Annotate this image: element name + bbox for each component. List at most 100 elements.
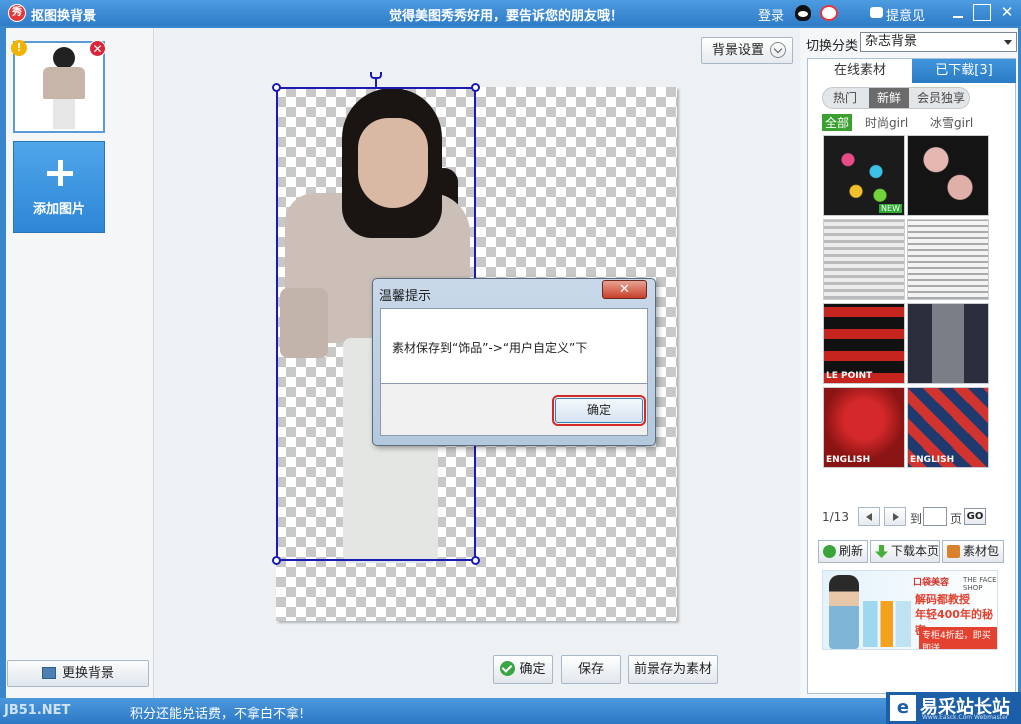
resize-handle-top-left[interactable] bbox=[272, 83, 281, 92]
add-image-button[interactable]: 添加图片 bbox=[13, 141, 105, 233]
remove-image-icon[interactable]: ✕ bbox=[89, 40, 106, 57]
new-badge: NEW bbox=[879, 204, 902, 213]
go-button[interactable]: GO bbox=[964, 508, 986, 525]
dialog-body: 素材保存到“饰品”->“用户自定义”下 bbox=[380, 308, 648, 384]
thumbnail-figure-legs bbox=[53, 99, 75, 129]
confirm-label: 确定 bbox=[519, 662, 546, 677]
warning-icon: ! bbox=[11, 40, 27, 56]
app-title: 抠图换背景 bbox=[31, 9, 97, 24]
weibo-icon[interactable] bbox=[820, 5, 838, 21]
filter-pills: 热门 新鲜 会员独享 bbox=[822, 87, 970, 109]
watermark-logo-icon: e bbox=[890, 695, 916, 721]
refresh-icon bbox=[823, 545, 836, 558]
material-tile[interactable]: ENGLISH bbox=[907, 387, 989, 468]
app-logo-icon: 秀 bbox=[8, 4, 26, 22]
change-background-button[interactable]: 更换背景 bbox=[7, 660, 149, 687]
picture-icon bbox=[41, 667, 56, 679]
material-tile[interactable] bbox=[907, 135, 989, 216]
watermark-sub: Www.Easck.Com Webmaster bbox=[922, 714, 1009, 721]
prev-page-icon[interactable] bbox=[858, 507, 880, 526]
background-settings-button[interactable]: 背景设置 bbox=[701, 37, 793, 64]
image-list-panel: ! ✕ 添加图片 更换背景 bbox=[6, 28, 154, 698]
pager: 1/13 到 页 GO bbox=[822, 507, 1012, 527]
pill-new[interactable]: 新鲜 bbox=[869, 88, 909, 108]
ad-promo: 专柜4折起，即买即送 bbox=[919, 627, 997, 649]
download-page-button[interactable]: 下载本页 bbox=[870, 540, 940, 563]
category-value: 杂志背景 bbox=[865, 34, 918, 49]
refresh-button[interactable]: 刷新 bbox=[818, 540, 868, 563]
pill-vip[interactable]: 会员独享 bbox=[911, 88, 971, 108]
add-image-label: 添加图片 bbox=[32, 202, 85, 217]
save-button[interactable]: 保存 bbox=[561, 655, 621, 684]
download-page-label: 下载本页 bbox=[891, 544, 940, 558]
pill-hot[interactable]: 热门 bbox=[823, 88, 867, 108]
dropdown-arrow-icon bbox=[1004, 40, 1012, 45]
tab-online-materials[interactable]: 在线素材 bbox=[808, 59, 912, 83]
change-background-label: 更换背景 bbox=[61, 666, 114, 681]
material-tile[interactable] bbox=[823, 219, 905, 300]
material-grid: NEW LE POINT ENGLISH ENGLISH bbox=[823, 135, 991, 471]
save-foreground-as-material-button[interactable]: 前景存为素材 bbox=[628, 655, 718, 684]
page-number-input[interactable] bbox=[923, 507, 947, 526]
page-label: 页 bbox=[950, 512, 963, 526]
minimize-button[interactable] bbox=[949, 4, 967, 21]
resize-handle-bottom-left[interactable] bbox=[272, 556, 281, 565]
goto-label: 到 bbox=[910, 512, 923, 526]
dialog-title: 温馨提示 bbox=[379, 289, 432, 304]
package-icon bbox=[947, 545, 960, 558]
thumbnail-figure-head bbox=[53, 47, 75, 69]
material-panel: 切换分类 杂志背景 在线素材 已下载[3] 热门 新鲜 会员独享 全部 时尚gi… bbox=[801, 28, 1018, 698]
qq-icon[interactable] bbox=[795, 5, 811, 21]
tile-caption: ENGLISH bbox=[826, 455, 871, 465]
ad-model-image bbox=[829, 575, 859, 649]
maximize-button[interactable] bbox=[973, 4, 991, 21]
material-pack-label: 素材包 bbox=[963, 544, 1000, 558]
subfilter-all[interactable]: 全部 bbox=[822, 114, 853, 131]
login-link[interactable]: 登录 bbox=[758, 5, 784, 24]
ad-headline: 解码都教授 bbox=[915, 593, 970, 606]
ad-banner[interactable]: 口袋美容 THE FACE SHOP 解码都教授 年轻400年的秘密 专柜4折起… bbox=[822, 570, 998, 650]
resize-handle-top-right[interactable] bbox=[471, 83, 480, 92]
thumbnail-figure-body bbox=[43, 67, 85, 99]
material-tile[interactable] bbox=[907, 303, 989, 384]
chevron-down-icon bbox=[770, 42, 786, 58]
download-arrow-icon bbox=[875, 545, 888, 558]
tab-downloaded[interactable]: 已下载[3] bbox=[912, 59, 1016, 83]
next-page-icon[interactable] bbox=[884, 507, 906, 526]
material-tile[interactable] bbox=[907, 219, 989, 300]
close-button[interactable]: ✕ bbox=[998, 4, 1016, 21]
watermark: e 易采站长站 Www.Easck.Com Webmaster bbox=[886, 692, 1021, 724]
feedback-icon[interactable] bbox=[870, 7, 883, 18]
rotate-handle[interactable] bbox=[370, 72, 382, 88]
tile-caption: ENGLISH bbox=[910, 455, 955, 465]
subfilter-ice-girl[interactable]: 冰雪girl bbox=[930, 114, 973, 131]
status-site-watermark: JB51.NET bbox=[4, 703, 71, 718]
dialog-message: 素材保存到“饰品”->“用户自定义”下 bbox=[392, 341, 588, 355]
resize-handle-bottom-right[interactable] bbox=[471, 556, 480, 565]
subfilter-fashion-girl[interactable]: 时尚girl bbox=[865, 114, 908, 131]
check-icon bbox=[500, 661, 516, 676]
dialog-close-button[interactable]: ✕ bbox=[602, 280, 647, 299]
canvas-area: 背景设置 温馨提示 ✕ 素材保存到“饰品”->“用户自定义”下 确定 确定 保存… bbox=[155, 28, 800, 698]
plus-icon bbox=[47, 160, 73, 186]
tile-caption: LE POINT bbox=[826, 371, 873, 381]
background-settings-label: 背景设置 bbox=[712, 43, 765, 58]
feedback-link[interactable]: 提意见 bbox=[886, 5, 925, 24]
confirm-button[interactable]: 确定 bbox=[493, 655, 553, 684]
material-pack-button[interactable]: 素材包 bbox=[942, 540, 1004, 563]
notice-dialog: 温馨提示 ✕ 素材保存到“饰品”->“用户自定义”下 确定 bbox=[372, 278, 656, 446]
dialog-ok-button[interactable]: 确定 bbox=[552, 395, 646, 426]
main-client: ! ✕ 添加图片 更换背景 背景设置 温馨提示 ✕ 素材保存到“饰品”->“用户… bbox=[6, 28, 1018, 698]
dialog-footer: 确定 bbox=[380, 384, 648, 436]
refresh-label: 刷新 bbox=[839, 544, 864, 558]
status-promo-link[interactable]: 积分还能兑话费，不拿白不拿! bbox=[130, 703, 304, 722]
ad-product-image bbox=[863, 601, 911, 647]
title-bar: 秀 抠图换背景 觉得美图秀秀好用，要告诉您的朋友哦！ 登录 提意见 ✕ bbox=[0, 0, 1021, 26]
category-select[interactable]: 杂志背景 bbox=[860, 32, 1017, 52]
material-tile[interactable]: NEW bbox=[823, 135, 905, 216]
slogan-link[interactable]: 觉得美图秀秀好用，要告诉您的朋友哦！ bbox=[389, 5, 623, 24]
material-tile[interactable]: ENGLISH bbox=[823, 387, 905, 468]
ad-brand: 口袋美容 bbox=[913, 578, 950, 588]
material-box: 在线素材 已下载[3] 热门 新鲜 会员独享 全部 时尚girl 冰雪girl … bbox=[807, 58, 1016, 694]
material-tile[interactable]: LE POINT bbox=[823, 303, 905, 384]
